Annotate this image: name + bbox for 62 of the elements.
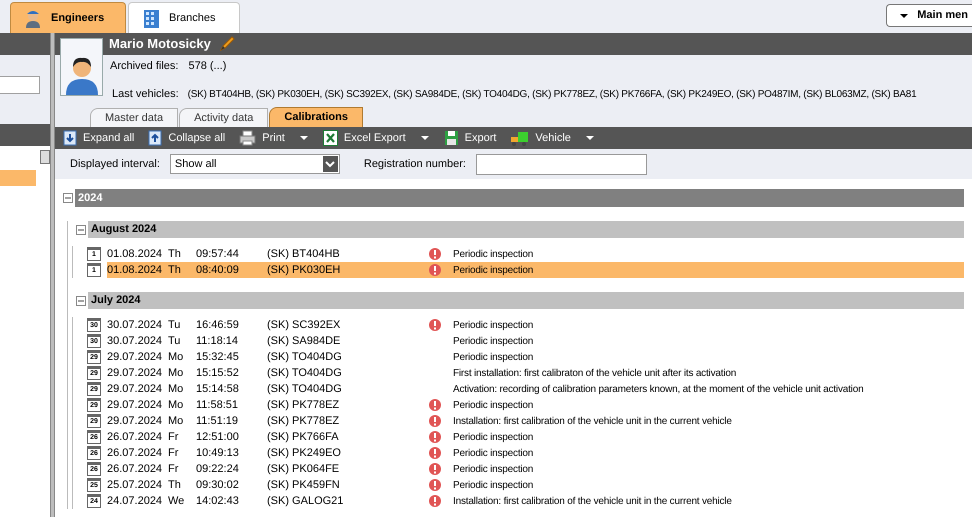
tab[interactable]: Branches: [128, 2, 240, 33]
spreadsheet-icon: [322, 130, 338, 146]
calibration-row[interactable]: 26.07.2024 Fr 09:22:24 (SK) PK064FE Periodic inspection: [107, 461, 964, 477]
toolbar-button[interactable]: Expand all: [63, 130, 134, 146]
toolbar-button[interactable]: Excel Export: [322, 130, 406, 146]
caret-icon: [584, 134, 595, 142]
tab[interactable]: Calibrations: [269, 107, 363, 127]
collapse-toggle-icon[interactable]: [76, 296, 86, 306]
field-label: Last vehicles:: [112, 86, 179, 102]
toolbar-button[interactable]: Export: [444, 130, 496, 146]
chevron-down-icon: [325, 160, 336, 168]
search-field[interactable]: [0, 76, 40, 94]
caret-icon: [298, 134, 309, 142]
field-label: Archived files:: [110, 58, 178, 74]
grid-icon[interactable]: [40, 150, 50, 164]
collapse-toggle-icon[interactable]: [63, 193, 73, 203]
caret-icon: [420, 134, 430, 142]
toolbar-button[interactable]: Vehicle: [510, 130, 571, 146]
person-silhouette-icon: [64, 55, 98, 95]
arrow-up-icon: [148, 130, 162, 146]
building-icon: [141, 8, 161, 28]
main-menu-button[interactable]: Main men: [886, 4, 972, 27]
tab[interactable]: Engineers: [10, 2, 126, 33]
month-header[interactable]: July 2024: [88, 292, 964, 309]
collapse-toggle-icon[interactable]: [76, 224, 86, 234]
caret-icon: [899, 12, 910, 20]
arrow-down-icon: [63, 130, 77, 146]
calibration-row[interactable]: 29.07.2024 Mo 11:51:19 (SK) PK778EZ Installation: first calibration of the vehicle unit in the current vehicle: [107, 413, 964, 429]
calibration-row[interactable]: 26.07.2024 Fr 12:51:00 (SK) PK766FA Periodic inspection: [107, 429, 964, 445]
field-value: 578 (...): [188, 58, 226, 74]
tab[interactable]: Master data: [90, 108, 178, 127]
printer-icon: [239, 130, 256, 146]
worker-icon: [23, 8, 43, 28]
calibration-row[interactable]: 01.08.2024 Th 09:57:44 (SK) BT404HB Periodic inspection: [107, 246, 964, 262]
calibration-row[interactable]: 29.07.2024 Mo 15:15:52 (SK) TO404DG First installation: first calibraton of the vehicle unit after its activation: [107, 365, 964, 381]
toolbar-button[interactable]: Print: [239, 130, 285, 146]
calibration-row[interactable]: 30.07.2024 Tu 11:18:14 (SK) SA984DE Periodic inspection: [107, 333, 964, 349]
panel-header: [0, 33, 50, 55]
calibration-row[interactable]: 01.08.2024 Th 08:40:09 (SK) PK030EH Periodic inspection: [107, 262, 964, 278]
dropdown-button[interactable]: [420, 134, 430, 142]
calibration-row[interactable]: 29.07.2024 Mo 15:14:58 (SK) TO404DG Activation: recording of calibration parameters known, at the moment of the vehicle unit activation: [107, 381, 964, 397]
field-value: (SK) BT404HB, (SK) PK030EH, (SK) SC392EX, (SK) SA984DE, (SK) TO404DG, (SK) PK778EZ, (SK) PK766FA, (SK) PK249EO, (SK) PO487IM, (SK) BL063MZ, (SK) BA81: [188, 88, 916, 102]
registration-input[interactable]: [476, 154, 647, 174]
dropdown-button[interactable]: [584, 134, 595, 142]
month-header[interactable]: August 2024: [88, 221, 964, 238]
calibration-row[interactable]: 24.07.2024 We 14:02:43 (SK) GALOG21 Installation: first calibration of the vehicle unit in the current vehicle: [107, 493, 964, 509]
toolbar-background: [0, 124, 50, 146]
calibration-row[interactable]: 29.07.2024 Mo 15:32:45 (SK) TO404DG Periodic inspection: [107, 349, 964, 365]
engineer-name: Mario Motosicky: [109, 35, 211, 54]
field-label: Registration number:: [364, 156, 466, 172]
field-label: Displayed interval:: [70, 156, 160, 172]
pencil-icon: [218, 36, 235, 52]
calibration-row[interactable]: 30.07.2024 Tu 16:46:59 (SK) SC392EX Periodic inspection: [107, 317, 964, 333]
tab[interactable]: Activity data: [179, 108, 268, 127]
calibration-row[interactable]: 26.07.2024 Fr 10:49:13 (SK) PK249EO Periodic inspection: [107, 445, 964, 461]
year-header[interactable]: 2024: [75, 189, 964, 207]
dropdown-button[interactable]: [298, 134, 309, 142]
calibration-row[interactable]: 29.07.2024 Mo 11:58:51 (SK) PK778EZ Periodic inspection: [107, 397, 964, 413]
toolbar-button[interactable]: Collapse all: [148, 130, 226, 146]
interval-dropdown[interactable]: Show all: [170, 154, 340, 174]
calibration-row[interactable]: 25.07.2024 Th 09:30:02 (SK) PK459FN Periodic inspection: [107, 477, 964, 493]
truck-icon: [510, 130, 530, 146]
